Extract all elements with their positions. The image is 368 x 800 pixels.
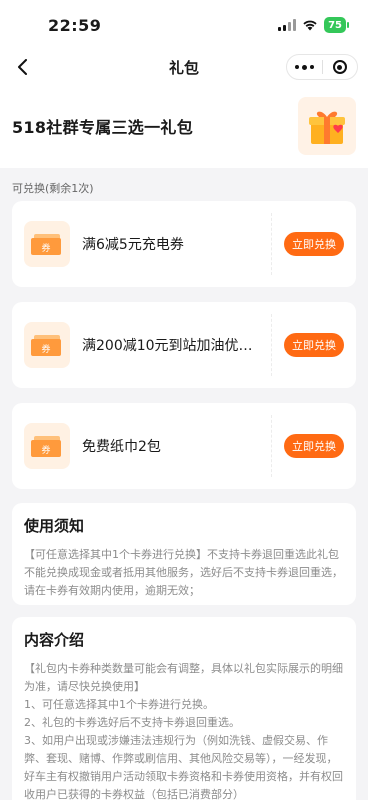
intro-line: 3、如用户出现或涉嫌违法违规行为（例如洗钱、虚假交易、作弊、套现、赌博、作弊或刷… <box>24 734 343 800</box>
usage-notice-body: 【可任意选择其中1个卡券进行兑换】不支持卡券退回重选此礼包不能兑换成现金或者抵用… <box>24 548 343 597</box>
intro-line: 【礼包内卡券种类数量可能会有调整，具体以礼包实际展示的明细为准，请尽快兑换使用】 <box>24 662 343 693</box>
coupon-divider <box>271 213 272 275</box>
content-intro-body: 【礼包内卡券种类数量可能会有调整，具体以礼包实际展示的明细为准，请尽快兑换使用】… <box>24 660 344 800</box>
coupon-name: 满6减5元充电券 <box>82 237 184 253</box>
intro-line: 1、可任意选择其中1个卡券进行兑换。 <box>24 698 214 711</box>
coupon-icon: 券 <box>24 322 70 368</box>
redeem-button[interactable]: 立即兑换 <box>284 434 344 458</box>
content-intro-title: 内容介绍 <box>24 631 85 649</box>
signal-icon <box>278 19 297 31</box>
svg-text:券: 券 <box>41 242 50 254</box>
coupon-card[interactable]: 券 满6减5元充电券 立即兑换 <box>12 201 356 287</box>
redeem-remaining: 可兑换(剩余1次) <box>12 182 94 195</box>
mini-program-capsule <box>286 54 358 80</box>
coupon-icon: 券 <box>24 423 70 469</box>
coupon-divider <box>271 314 272 376</box>
redeem-button[interactable]: 立即兑换 <box>284 232 344 256</box>
back-icon[interactable] <box>12 56 34 78</box>
intro-line: 2、礼包的卡券选好后不支持卡券退回重选。 <box>24 716 240 729</box>
usage-notice: 使用须知 【可任意选择其中1个卡券进行兑换】不支持卡券退回重选此礼包不能兑换成现… <box>12 503 356 605</box>
redeem-button[interactable]: 立即兑换 <box>284 333 344 357</box>
package-header: 518社群专属三选一礼包 <box>0 84 368 168</box>
status-bar: 22:59 75 <box>0 0 368 50</box>
page-title: 礼包 <box>168 58 199 77</box>
coupon-name: 免费纸巾2包 <box>82 439 161 455</box>
gift-box-icon <box>298 97 356 155</box>
svg-text:券: 券 <box>41 343 50 355</box>
status-time: 22:59 <box>48 15 102 35</box>
usage-notice-title: 使用须知 <box>24 517 85 535</box>
content-intro: 内容介绍 【礼包内卡券种类数量可能会有调整，具体以礼包实际展示的明细为准，请尽快… <box>12 617 356 800</box>
coupon-card[interactable]: 券 满200减10元到站加油优惠券 立即兑换 <box>12 302 356 388</box>
wifi-icon <box>302 19 318 31</box>
coupon-card[interactable]: 券 免费纸巾2包 立即兑换 <box>12 403 356 489</box>
coupon-icon: 券 <box>24 221 70 267</box>
svg-text:券: 券 <box>41 444 50 456</box>
coupon-divider <box>271 415 272 477</box>
battery-icon: 75 <box>324 17 349 33</box>
coupon-name: 满200减10元到站加油优惠券 <box>82 338 262 354</box>
close-mini-program-icon[interactable] <box>323 60 358 74</box>
more-icon[interactable] <box>287 64 322 70</box>
status-icons: 75 <box>278 17 349 33</box>
navbar: 礼包 <box>0 50 368 84</box>
package-title: 518社群专属三选一礼包 <box>12 118 193 137</box>
